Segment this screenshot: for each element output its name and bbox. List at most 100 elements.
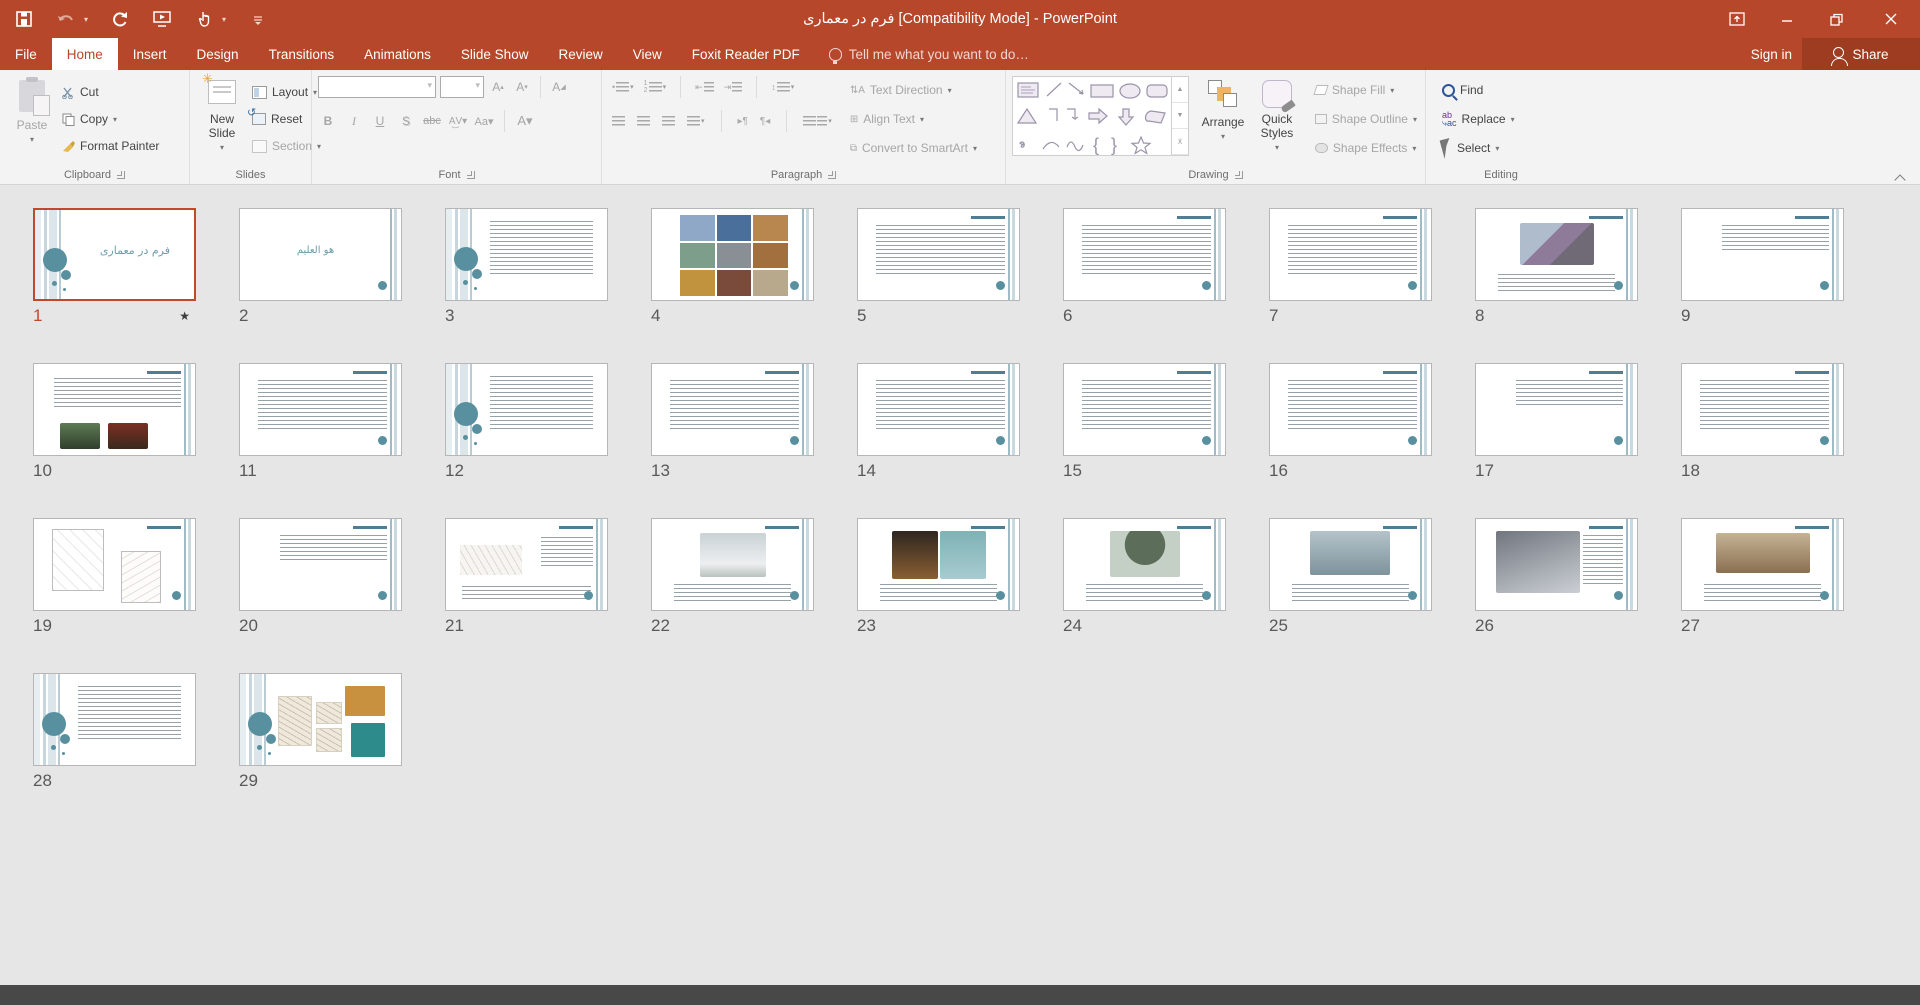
slide-thumbnail-21[interactable] <box>445 518 608 611</box>
slide-thumbnail-25[interactable] <box>1269 518 1432 611</box>
text-direction-button[interactable]: ⇅A Text Direction▾ <box>846 78 981 102</box>
drawing-dialog-launcher-icon[interactable] <box>1235 171 1243 179</box>
select-button[interactable]: Select▾ <box>1438 136 1519 160</box>
font-name-combo[interactable] <box>318 76 436 98</box>
paragraph-dialog-launcher-icon[interactable] <box>828 171 836 179</box>
new-slide-button[interactable]: New Slide▾ <box>196 74 248 166</box>
slide-thumbnail-28[interactable] <box>33 673 196 766</box>
slide-thumbnail-22[interactable] <box>651 518 814 611</box>
tab-review[interactable]: Review <box>543 38 617 70</box>
bold-button[interactable]: B <box>318 110 338 132</box>
slide-cell-1: فرم در معماری1★ <box>33 208 239 326</box>
tab-insert[interactable]: Insert <box>118 38 182 70</box>
numbering-icon[interactable]: 12▾ <box>644 80 666 94</box>
character-spacing-button[interactable]: A͜V▾ <box>448 110 468 132</box>
tab-animations[interactable]: Animations <box>349 38 446 70</box>
sign-in-link[interactable]: Sign in <box>1751 38 1792 70</box>
rtl-direction-icon[interactable]: ¶◂ <box>760 116 770 127</box>
slide-cell-28: 28 <box>33 673 239 791</box>
font-size-combo[interactable] <box>440 76 484 98</box>
tab-foxit-reader-pdf[interactable]: Foxit Reader PDF <box>677 38 815 70</box>
align-center-icon[interactable] <box>637 116 650 127</box>
minimize-button[interactable] <box>1762 0 1812 38</box>
slide-thumbnail-6[interactable] <box>1063 208 1226 301</box>
shape-outline-button[interactable]: Shape Outline▾ <box>1311 107 1421 131</box>
clear-formatting-icon[interactable]: A◢ <box>549 76 569 98</box>
columns-icon[interactable]: ▾ <box>803 116 832 127</box>
collapse-ribbon-icon[interactable] <box>1896 173 1906 179</box>
slide-sorter-canvas: فرم در معماری1★هو العليم2345678910111213… <box>0 186 1920 985</box>
bullets-icon[interactable]: •▾ <box>612 82 634 93</box>
slide-thumbnail-11[interactable] <box>239 363 402 456</box>
format-painter-button[interactable]: Format Painter <box>58 134 163 158</box>
slide-thumbnail-23[interactable] <box>857 518 1020 611</box>
slide-thumbnail-24[interactable] <box>1063 518 1226 611</box>
slide-thumbnail-16[interactable] <box>1269 363 1432 456</box>
slide-thumbnail-7[interactable] <box>1269 208 1432 301</box>
increase-font-icon[interactable]: A▴ <box>488 76 508 98</box>
paste-button[interactable]: Paste▾ <box>6 74 58 166</box>
replace-button[interactable]: ab⤷ac Replace▾ <box>1438 107 1519 131</box>
italic-button[interactable]: I <box>344 110 364 132</box>
slide-thumbnail-9[interactable] <box>1681 208 1844 301</box>
arrange-button[interactable]: Arrange▾ <box>1197 74 1249 166</box>
text-shadow-button[interactable]: S <box>396 110 416 132</box>
change-case-button[interactable]: Aa▾ <box>474 110 494 132</box>
align-left-icon[interactable] <box>612 116 625 127</box>
tab-transitions[interactable]: Transitions <box>254 38 350 70</box>
font-color-button[interactable]: A▾ <box>515 110 535 132</box>
increase-indent-icon[interactable]: ⇥ <box>724 82 743 93</box>
tab-slide-show[interactable]: Slide Show <box>446 38 544 70</box>
slide-cell-5: 5 <box>857 208 1063 326</box>
font-dialog-launcher-icon[interactable] <box>467 171 475 179</box>
shape-fill-button[interactable]: Shape Fill▾ <box>1311 78 1421 102</box>
tab-file[interactable]: File <box>0 38 52 70</box>
justify-icon[interactable]: ▾ <box>687 116 705 127</box>
slide-thumbnail-5[interactable] <box>857 208 1020 301</box>
share-button[interactable]: Share <box>1802 38 1920 70</box>
slide-thumbnail-13[interactable] <box>651 363 814 456</box>
slide-thumbnail-14[interactable] <box>857 363 1020 456</box>
align-text-button[interactable]: ⊞ Align Text▾ <box>846 107 981 131</box>
clipboard-dialog-launcher-icon[interactable] <box>117 171 125 179</box>
slide-thumbnail-27[interactable] <box>1681 518 1844 611</box>
slide-thumbnail-10[interactable] <box>33 363 196 456</box>
convert-smartart-button[interactable]: ⧉ Convert to SmartArt▾ <box>846 136 981 160</box>
shapes-gallery[interactable]: { } ▲▼⊼ <box>1012 76 1189 156</box>
slide-thumbnail-8[interactable] <box>1475 208 1638 301</box>
slide-thumbnail-18[interactable] <box>1681 363 1844 456</box>
slide-thumbnail-12[interactable] <box>445 363 608 456</box>
slide-thumbnail-2[interactable]: هو العليم <box>239 208 402 301</box>
line-spacing-icon[interactable]: ↕▾ <box>771 82 794 93</box>
find-button[interactable]: Find <box>1438 78 1519 102</box>
slide-thumbnail-1[interactable]: فرم در معماری <box>33 208 196 301</box>
close-button[interactable] <box>1862 0 1920 38</box>
slide-thumbnail-20[interactable] <box>239 518 402 611</box>
tell-me-box[interactable]: Tell me what you want to do… <box>815 38 1043 70</box>
tab-home[interactable]: Home <box>52 38 118 70</box>
slide-thumbnail-19[interactable] <box>33 518 196 611</box>
underline-button[interactable]: U <box>370 110 390 132</box>
shapes-gallery-scrollbar[interactable]: ▲▼⊼ <box>1171 77 1188 155</box>
tab-view[interactable]: View <box>618 38 677 70</box>
slide-thumbnail-29[interactable] <box>239 673 402 766</box>
slide-thumbnail-17[interactable] <box>1475 363 1638 456</box>
ribbon-display-options-icon[interactable] <box>1712 0 1762 38</box>
tab-design[interactable]: Design <box>182 38 254 70</box>
strikethrough-button[interactable]: abc <box>422 110 442 132</box>
slide-cell-29: 29 <box>239 673 445 791</box>
shape-effects-button[interactable]: Shape Effects▾ <box>1311 136 1421 160</box>
restore-button[interactable] <box>1812 0 1862 38</box>
decrease-indent-icon[interactable]: ⇤ <box>695 82 714 93</box>
cut-button[interactable]: Cut <box>58 80 163 104</box>
reset-icon <box>252 113 266 125</box>
slide-thumbnail-15[interactable] <box>1063 363 1226 456</box>
align-right-icon[interactable] <box>662 116 675 127</box>
slide-thumbnail-4[interactable] <box>651 208 814 301</box>
ltr-direction-icon[interactable]: ▸¶ <box>738 116 748 127</box>
copy-button[interactable]: Copy▾ <box>58 107 163 131</box>
slide-thumbnail-26[interactable] <box>1475 518 1638 611</box>
decrease-font-icon[interactable]: A▾ <box>512 76 532 98</box>
quick-styles-button[interactable]: Quick Styles▾ <box>1249 74 1305 166</box>
slide-thumbnail-3[interactable] <box>445 208 608 301</box>
